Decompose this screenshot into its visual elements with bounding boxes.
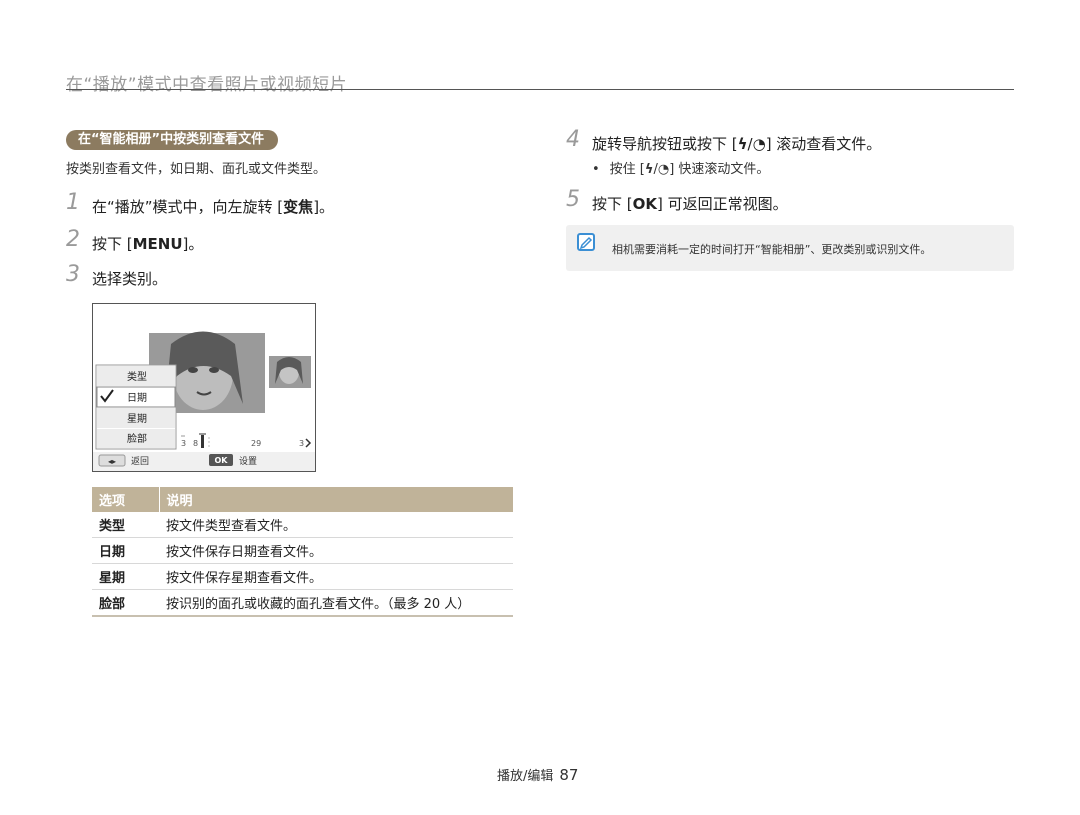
step-text: 按下 [OK] 可返回正常视图。 — [592, 195, 788, 213]
camera-bottom-bar: ◂▸ 返回 OK 设置 — [93, 452, 315, 471]
step-number: 3 — [66, 262, 80, 287]
note-icon — [577, 233, 595, 251]
svg-text:◂▸: ◂▸ — [108, 457, 116, 466]
menu-item-face: 脸部 — [127, 432, 147, 445]
flash-icon: ϟ — [644, 162, 654, 177]
table-row: 日期 按文件保存日期查看文件。 — [92, 537, 513, 564]
step-4-bullet: • 按住 [ϟ/◔] 快速滚动文件。 — [592, 162, 770, 177]
table-cell-description: 按文件保存星期查看文件。 — [159, 563, 513, 590]
key-label-zoom: 变焦 — [283, 198, 314, 216]
date-scale: 3 8 29 3 — [181, 433, 312, 448]
step-number: 4 — [566, 127, 580, 152]
table-row: 类型 按文件类型查看文件。 — [92, 512, 513, 538]
step-3: 3 选择类别。 — [66, 262, 466, 292]
photo-thumbnail-small — [269, 356, 311, 388]
menu-item-date: 日期 — [127, 392, 147, 404]
category-menu: 类型 日期 星期 脸部 — [95, 364, 177, 450]
step-5: 5 按下 [OK] 可返回正常视图。 — [566, 187, 1006, 217]
section-description: 按类别查看文件，如日期、面孔或文件类型。 — [66, 162, 327, 177]
back-label: 返回 — [131, 455, 149, 467]
table-cell-option: 日期 — [92, 537, 159, 564]
set-label: 设置 — [239, 456, 257, 467]
step-4: 4 旋转导航按钮或按下 [ϟ/◔] 滚动查看文件。 — [566, 127, 1006, 157]
page-footer: 播放/编辑 87 — [497, 765, 578, 784]
menu-item-weekday: 星期 — [127, 413, 147, 425]
section-title-pill: 在“智能相册”中按类别查看文件 — [66, 130, 279, 150]
ok-key: OK — [215, 456, 229, 465]
timer-icon: ◔ — [657, 162, 670, 177]
step-number: 2 — [66, 227, 80, 252]
note-text: 相机需要消耗一定的时间打开“智能相册”、更改类别或识别文件。 — [612, 243, 932, 256]
table-row: 星期 按文件保存星期查看文件。 — [92, 563, 513, 590]
step-text: 选择类别。 — [92, 270, 168, 288]
table-row: 脸部 按识别的面孔或收藏的面孔查看文件。（最多 20 人） — [92, 589, 513, 617]
camera-screen-illustration: 类型 日期 星期 脸部 3 8 29 3 ◂▸ 返回 OK 设置 — [92, 303, 316, 472]
step-2: 2 按下 [MENU]。 — [66, 227, 466, 257]
step-text: 旋转导航按钮或按下 [ϟ/◔] 滚动查看文件。 — [592, 135, 882, 153]
step-text: 在“播放”模式中，向左旋转 [变焦]。 — [92, 198, 335, 216]
key-label-menu: MENU — [132, 235, 183, 253]
step-text: 按下 [MENU]。 — [92, 235, 204, 253]
table-cell-description: 按文件保存日期查看文件。 — [159, 537, 513, 564]
pencil-icon — [579, 236, 593, 250]
table-cell-option: 脸部 — [92, 589, 159, 617]
table-header-option: 选项 — [92, 487, 160, 512]
step-number: 5 — [566, 187, 580, 212]
page-header-title: 在“播放”模式中查看照片或视频短片 — [66, 75, 348, 95]
table-header-row: 选项 说明 — [92, 487, 513, 512]
footer-section: 播放/编辑 — [497, 769, 554, 784]
table-header-description: 说明 — [159, 487, 513, 512]
svg-text:29: 29 — [251, 439, 261, 448]
page-number: 87 — [559, 766, 579, 784]
table-cell-description: 按文件类型查看文件。 — [159, 512, 513, 538]
options-table: 选项 说明 类型 按文件类型查看文件。 日期 按文件保存日期查看文件。 星期 按… — [92, 487, 513, 617]
svg-text:3: 3 — [181, 439, 186, 448]
camera-screen-graphic: 类型 日期 星期 脸部 3 8 29 3 ◂▸ 返回 OK 设置 — [93, 331, 315, 471]
flash-icon: ϟ — [737, 135, 748, 153]
table-cell-option: 星期 — [92, 563, 159, 590]
bullet-dot: • — [592, 162, 600, 177]
svg-text:3: 3 — [299, 439, 304, 448]
table-cell-option: 类型 — [92, 512, 159, 538]
step-1: 1 在“播放”模式中，向左旋转 [变焦]。 — [66, 190, 466, 220]
svg-text:8: 8 — [193, 439, 198, 448]
key-label-ok: OK — [632, 195, 657, 213]
step-number: 1 — [66, 190, 80, 215]
timer-icon: ◔ — [752, 135, 766, 153]
header-divider — [66, 89, 1014, 90]
table-cell-description: 按识别的面孔或收藏的面孔查看文件。（最多 20 人） — [159, 589, 513, 617]
menu-item-type: 类型 — [127, 370, 147, 383]
